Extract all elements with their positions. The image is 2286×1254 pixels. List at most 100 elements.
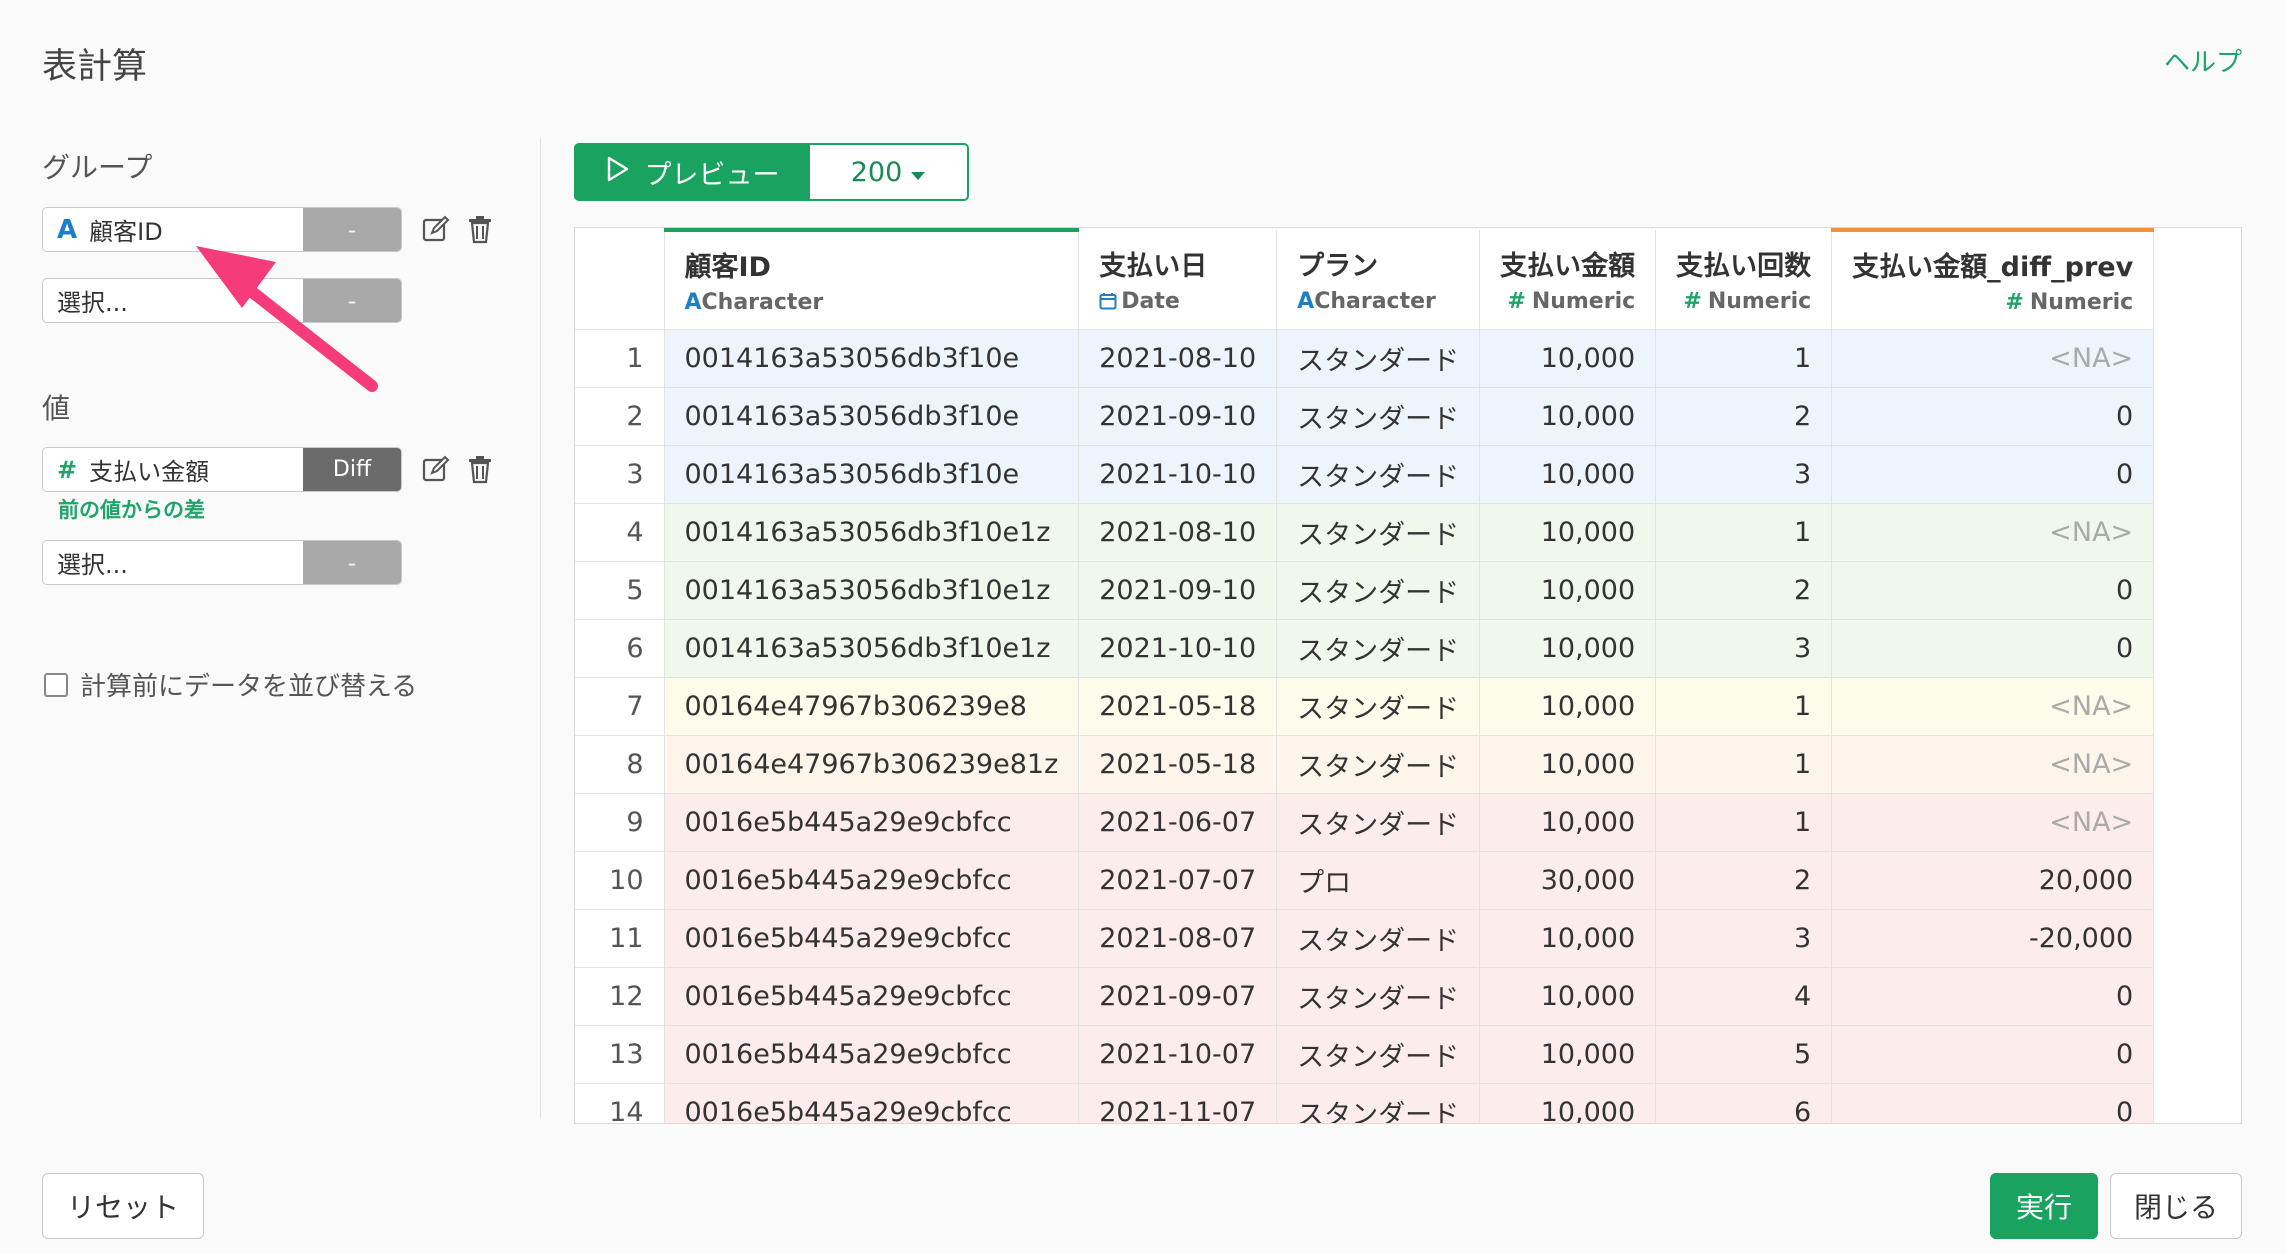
table-row[interactable]: 13 0016e5b445a29e9cbfcc 2021-10-07 スタンダード 10… — [575, 1025, 2155, 1084]
value-select[interactable]: 選択... — [43, 541, 303, 584]
row-count-dropdown[interactable]: 200 — [808, 143, 969, 201]
cell-customer-id: 0016e5b445a29e9cbfcc — [664, 851, 1080, 910]
table-row[interactable]: 3 0014163a53056db3f10e 2021-10-10 スタンダード 10,… — [575, 445, 2155, 504]
table-row[interactable]: 14 0016e5b445a29e9cbfcc 2021-11-07 スタンダード 10… — [575, 1083, 2155, 1123]
group-select-chip[interactable]: 選択... - — [42, 278, 402, 323]
table-row[interactable]: 10 0016e5b445a29e9cbfcc 2021-07-07 プロ 30,000… — [575, 851, 2155, 910]
preview-table-container[interactable]: 顧客ID ACharacter 支払い日 Date プラン ACharacter… — [574, 227, 2242, 1124]
table-row[interactable]: 8 00164e47967b306239e81z 2021-05-18 スタンダード 1… — [575, 735, 2155, 794]
cell-payment-count: 2 — [1655, 561, 1833, 620]
trash-icon[interactable] — [464, 213, 496, 245]
group-field-chip[interactable]: A 顧客ID - — [42, 207, 402, 252]
character-type-icon: A — [1297, 289, 1315, 315]
cell-plan: スタンダード — [1276, 445, 1481, 504]
panel-divider — [540, 138, 541, 1118]
cell-plan: スタンダード — [1276, 503, 1481, 562]
cell-payment-amount: 10,000 — [1479, 793, 1657, 852]
diff-note: 前の値からの差 — [58, 498, 205, 522]
edit-icon[interactable] — [420, 453, 452, 485]
cell-payment-amount: 10,000 — [1479, 619, 1657, 678]
column-header-customer-id[interactable]: 顧客ID ACharacter — [664, 228, 1080, 330]
row-index: 13 — [575, 1025, 665, 1084]
sort-before-calc-option[interactable]: 計算前にデータを並び替える — [44, 666, 417, 703]
cell-amount-diff-prev: <NA> — [1831, 329, 2155, 388]
group-select-option-button[interactable]: - — [303, 279, 401, 322]
cell-plan: プロ — [1276, 851, 1481, 910]
row-index: 4 — [575, 503, 665, 562]
value-field-chip[interactable]: # 支払い金額 Diff — [42, 447, 402, 492]
cell-plan: スタンダード — [1276, 735, 1481, 794]
caret-down-icon — [910, 157, 926, 188]
cell-amount-diff-prev: 0 — [1831, 619, 2155, 678]
cell-customer-id: 0016e5b445a29e9cbfcc — [664, 793, 1080, 852]
cell-amount-diff-prev: -20,000 — [1831, 909, 2155, 968]
cell-payment-date: 2021-08-10 — [1078, 503, 1278, 562]
row-index: 11 — [575, 909, 665, 968]
column-header-payment-count[interactable]: 支払い回数 # Numeric — [1655, 230, 1833, 330]
cell-customer-id: 00164e47967b306239e81z — [664, 735, 1080, 794]
row-index: 3 — [575, 445, 665, 504]
table-row[interactable]: 7 00164e47967b306239e8 2021-05-18 スタンダード 10,… — [575, 677, 2155, 736]
cell-amount-diff-prev: <NA> — [1831, 677, 2155, 736]
numeric-type-icon: # — [57, 455, 78, 484]
cell-payment-amount: 10,000 — [1479, 1025, 1657, 1084]
table-row[interactable]: 9 0016e5b445a29e9cbfcc 2021-06-07 スタンダード 10,… — [575, 793, 2155, 852]
column-header-payment-date[interactable]: 支払い日 Date — [1078, 230, 1278, 330]
cell-payment-amount: 10,000 — [1479, 387, 1657, 446]
table-row[interactable]: 11 0016e5b445a29e9cbfcc 2021-08-07 スタンダード 10… — [575, 909, 2155, 968]
cell-payment-count: 4 — [1655, 967, 1833, 1026]
group-select[interactable]: 選択... — [43, 279, 303, 322]
cell-payment-amount: 10,000 — [1479, 967, 1657, 1026]
cell-plan: スタンダード — [1276, 619, 1481, 678]
preview-button[interactable]: プレビュー — [574, 143, 810, 201]
table-row[interactable]: 4 0014163a53056db3f10e1z 2021-08-10 スタンダード 1… — [575, 503, 2155, 562]
cell-payment-date: 2021-11-07 — [1078, 1083, 1278, 1123]
cell-payment-amount: 10,000 — [1479, 329, 1657, 388]
cell-plan: スタンダード — [1276, 387, 1481, 446]
cell-plan: スタンダード — [1276, 329, 1481, 388]
help-link[interactable]: ヘルプ — [2164, 42, 2242, 79]
table-row[interactable]: 1 0014163a53056db3f10e 2021-08-10 スタンダード 10,… — [575, 329, 2155, 388]
cell-plan: スタンダード — [1276, 1083, 1481, 1123]
trash-icon[interactable] — [464, 453, 496, 485]
column-header-amount-diff-prev[interactable]: 支払い金額_diff_prev # Numeric — [1831, 228, 2155, 330]
cell-payment-count: 3 — [1655, 909, 1833, 968]
value-select-chip[interactable]: 選択... - — [42, 540, 402, 585]
row-index: 5 — [575, 561, 665, 620]
row-index: 12 — [575, 967, 665, 1026]
cell-payment-amount: 10,000 — [1479, 561, 1657, 620]
value-field[interactable]: # 支払い金額 — [43, 448, 303, 491]
cell-plan: スタンダード — [1276, 677, 1481, 736]
table-row[interactable]: 5 0014163a53056db3f10e1z 2021-09-10 スタンダード 1… — [575, 561, 2155, 620]
cell-amount-diff-prev: 0 — [1831, 967, 2155, 1026]
close-button[interactable]: 閉じる — [2110, 1173, 2242, 1239]
calendar-icon — [1099, 289, 1121, 314]
row-index: 6 — [575, 619, 665, 678]
diff-option-button[interactable]: Diff — [303, 448, 401, 491]
row-index: 1 — [575, 329, 665, 388]
row-count-value: 200 — [850, 156, 903, 188]
table-row[interactable]: 6 0014163a53056db3f10e1z 2021-10-10 スタンダード 1… — [575, 619, 2155, 678]
edit-icon[interactable] — [420, 213, 452, 245]
table-row[interactable]: 2 0014163a53056db3f10e 2021-09-10 スタンダード 10,… — [575, 387, 2155, 446]
column-header-payment-amount[interactable]: 支払い金額 # Numeric — [1479, 230, 1657, 330]
cell-payment-date: 2021-09-10 — [1078, 561, 1278, 620]
cell-payment-count: 1 — [1655, 793, 1833, 852]
group-field[interactable]: A 顧客ID — [43, 208, 303, 251]
run-button[interactable]: 実行 — [1990, 1173, 2098, 1239]
group-field-option-button[interactable]: - — [303, 208, 401, 251]
preview-label: プレビュー — [644, 159, 780, 191]
cell-payment-date: 2021-10-07 — [1078, 1025, 1278, 1084]
sort-checkbox[interactable] — [44, 672, 68, 697]
column-header-plan[interactable]: プラン ACharacter — [1276, 230, 1481, 330]
cell-payment-date: 2021-10-10 — [1078, 445, 1278, 504]
value-select-option-button[interactable]: - — [303, 541, 401, 584]
numeric-type-icon: # — [1683, 289, 1702, 315]
reset-button[interactable]: リセット — [42, 1173, 204, 1239]
index-header — [575, 230, 665, 330]
cell-plan: スタンダード — [1276, 909, 1481, 968]
cell-payment-count: 1 — [1655, 329, 1833, 388]
cell-payment-date: 2021-08-07 — [1078, 909, 1278, 968]
table-row[interactable]: 12 0016e5b445a29e9cbfcc 2021-09-07 スタンダード 10… — [575, 967, 2155, 1026]
cell-payment-date: 2021-08-10 — [1078, 329, 1278, 388]
